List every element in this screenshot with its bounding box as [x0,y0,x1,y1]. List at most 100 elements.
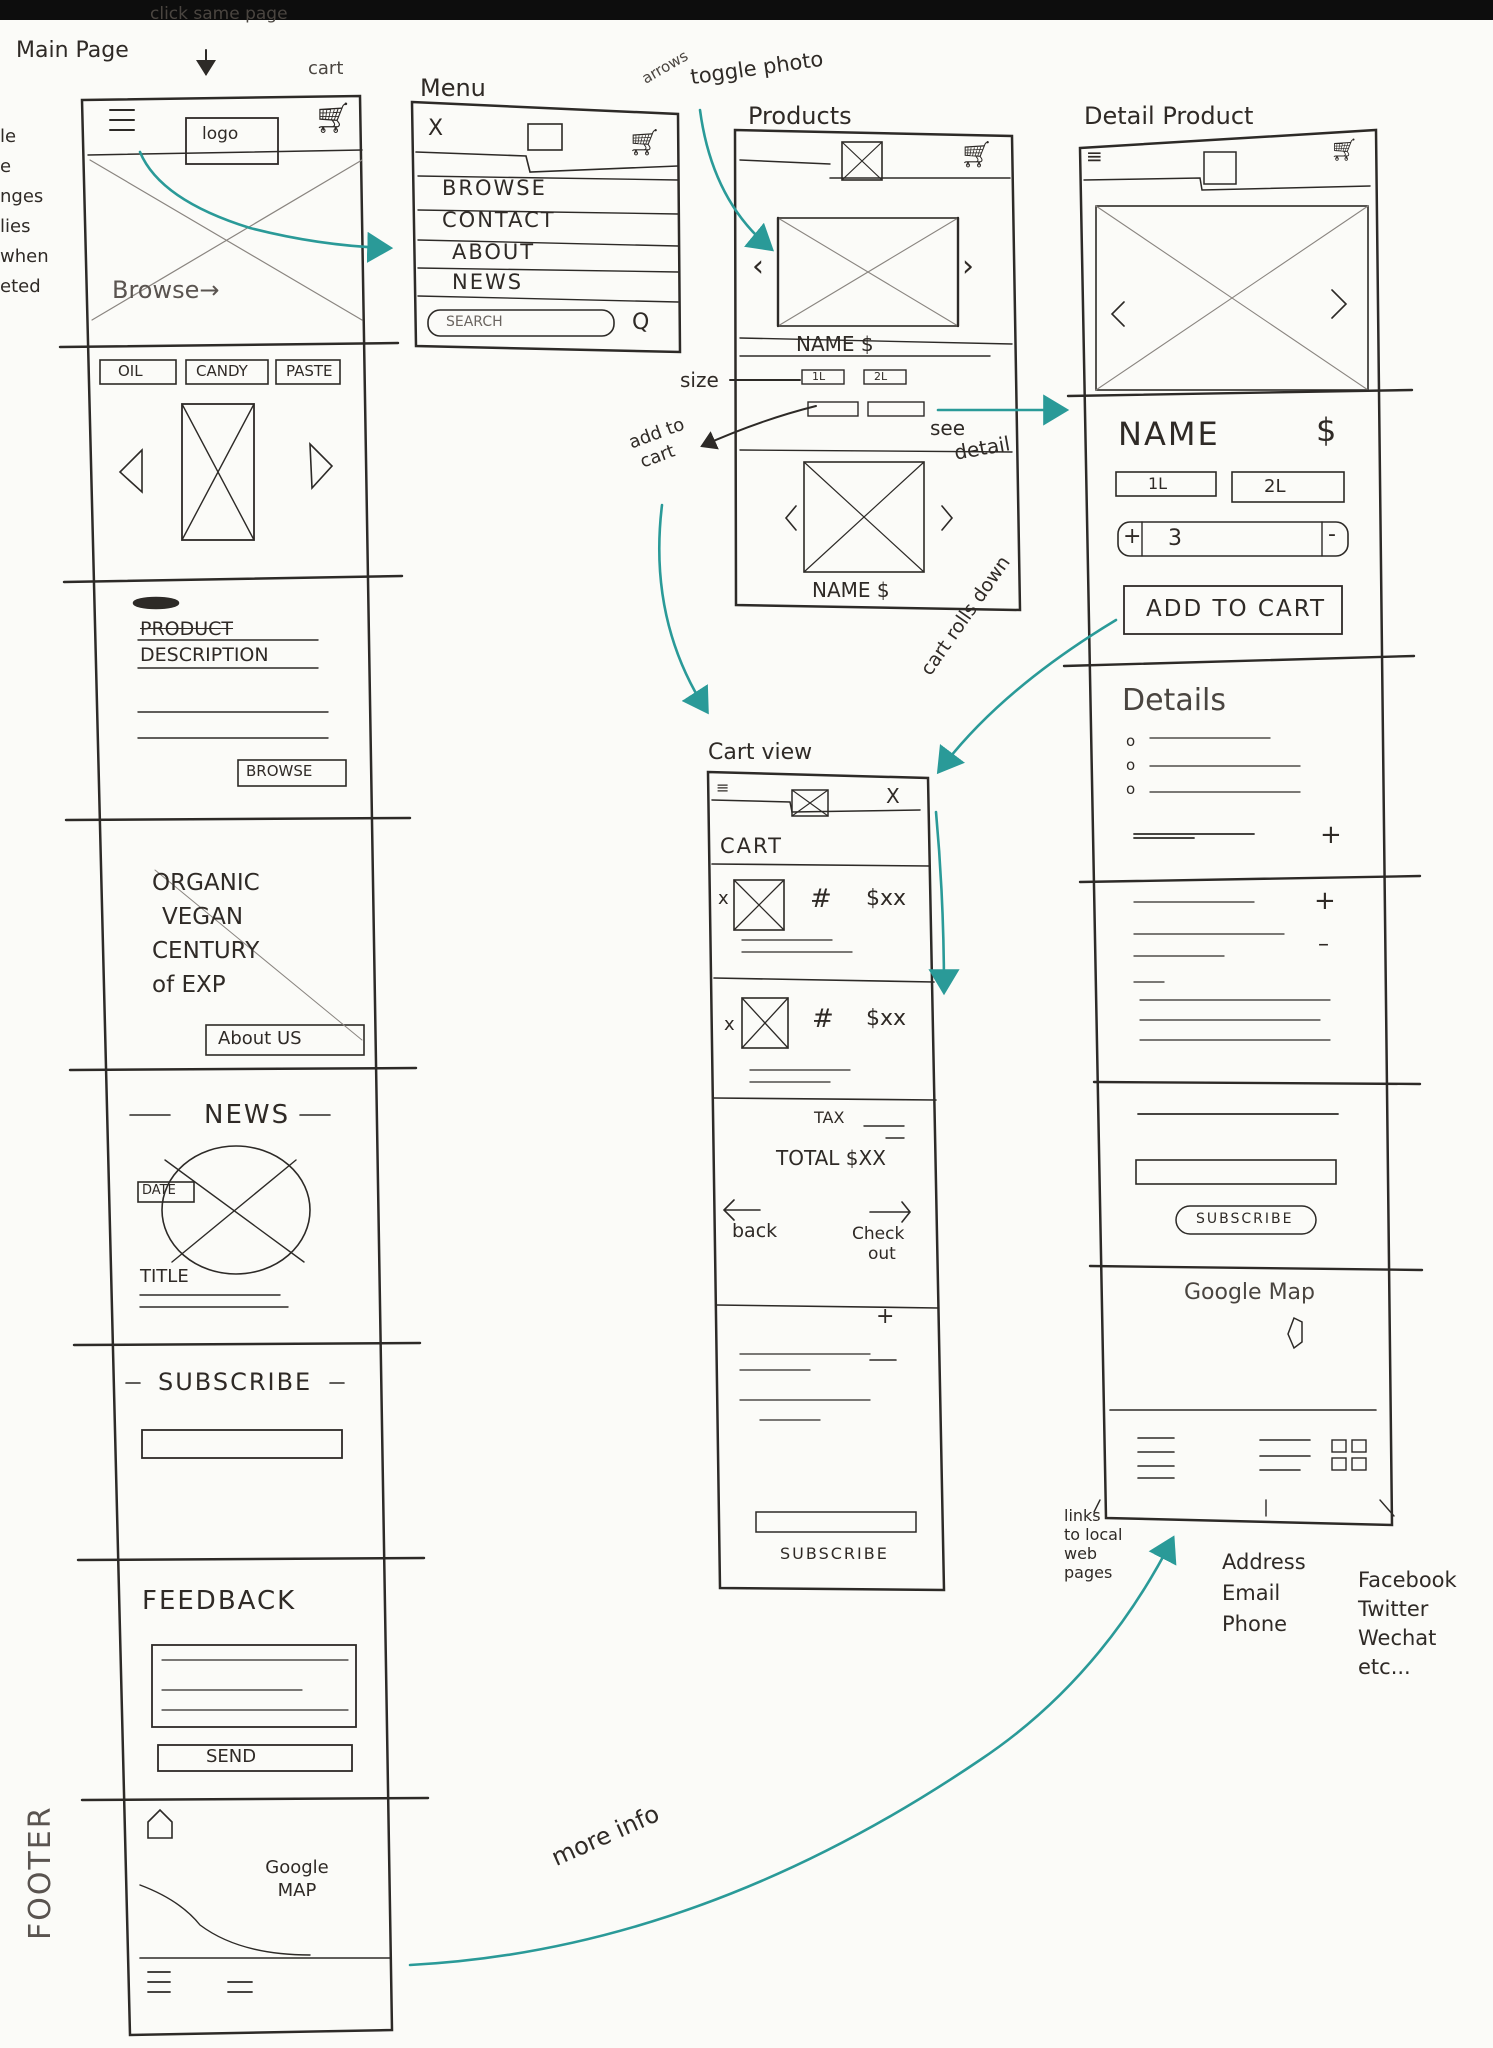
note-social-line: Twitter [1358,1597,1429,1621]
note-side-line: when [0,246,49,267]
logo[interactable]: logo [202,126,238,143]
main-page-frame [58,94,430,2037]
qty-value[interactable]: 3 [1168,528,1182,550]
accordion-plus-icon[interactable]: + [1320,822,1342,848]
menu-title: Menu [420,74,486,102]
accordion-plus-icon[interactable]: + [1314,888,1336,914]
size-option-1l[interactable]: 1L [812,371,825,382]
note-links-line: to local [1064,1525,1123,1544]
about-line: ORGANIC [152,870,260,896]
cart-icon[interactable]: 🛒︎ [1330,140,1358,162]
checkout-button-1[interactable]: Check [852,1226,904,1243]
note-cart: cart [308,58,344,79]
note-social-line: Wechat [1358,1626,1437,1650]
note-side-line: e [0,156,12,177]
note-footer-vertical: FOOTER [23,1805,58,1940]
note-main-page: Main Page [16,38,129,63]
send-button[interactable]: SEND [206,1748,256,1766]
details-bullet: o [1126,756,1136,774]
photo-next-arrow[interactable]: › [962,252,974,282]
menu-icon[interactable]: ≡ [1086,146,1103,166]
cart-item-qty[interactable]: # [812,1006,834,1032]
product-name-price: NAME $ [796,332,874,356]
note-social-line: Facebook [1358,1568,1457,1592]
product-description-2: DESCRIPTION [140,644,269,666]
footer-map: Google MAP [265,1857,329,1902]
cart-item-remove[interactable]: x [724,1016,735,1034]
photo-prev-arrow[interactable]: ‹ [752,252,764,282]
note-click-same-page: click same page [150,4,288,24]
checkout-button-2[interactable]: out [868,1246,896,1263]
note-social: Facebook Twitter Wechat etc... [1358,1570,1457,1678]
back-button[interactable]: back [732,1222,777,1241]
cart-icon[interactable]: 🛒︎ [628,130,661,156]
note-contact-line: Email [1222,1581,1281,1605]
cart-close-icon[interactable]: X [886,786,900,806]
arrow-more-info [408,1535,1177,1967]
detail-price: $ [1316,411,1337,449]
cart-icon[interactable]: 🛒︎ [314,104,352,134]
tab-oil[interactable]: OIL [118,364,143,379]
detail-map: Google Map [1184,1280,1316,1305]
note-side: le e nges lies when eted [0,128,49,296]
about-line: of EXP [152,972,226,998]
arrow-products-to-cart [657,503,709,715]
cart-item-price: $xx [866,1006,907,1031]
tab-candy[interactable]: CANDY [196,364,248,379]
accordion-plus-icon[interactable]: + [876,1306,894,1328]
cart-heading: CART [720,834,783,858]
news-title[interactable]: TITLE [140,1268,189,1286]
news-heading: NEWS [204,1100,291,1130]
note-contact-line: Address [1222,1550,1306,1574]
product-description-1: PRODUCT [140,618,234,640]
detail-size-2l[interactable]: 2L [1264,478,1285,496]
detail-size-1l[interactable]: 1L [1148,476,1167,492]
products-title: Products [748,102,852,130]
search-icon[interactable]: Q [632,312,649,334]
about-line: VEGAN [162,904,244,930]
note-contact: Address Email Phone [1222,1552,1306,1635]
note-links: links to local web pages [1064,1508,1122,1581]
cart-icon[interactable]: 🛒︎ [960,142,993,168]
menu-item-contact[interactable]: CONTACT [442,210,556,231]
browse-button[interactable]: BROWSE [246,764,312,779]
tab-paste[interactable]: PASTE [286,364,333,379]
cart-view-title: Cart view [708,740,813,765]
cart-item-remove[interactable]: x [718,890,729,908]
menu-close-icon[interactable]: X [428,118,443,140]
detail-name: NAME [1118,415,1220,453]
qty-plus-button[interactable]: + [1123,526,1141,548]
hero-browse-link[interactable]: Browse→ [112,278,220,302]
menu-item-news[interactable]: NEWS [452,272,523,293]
cart-tax: TAX [814,1108,845,1127]
wireframe-sketch [58,49,1424,2037]
detail-subscribe-button[interactable]: SUBSCRIBE [1196,1212,1293,1226]
menu-item-browse[interactable]: BROWSE [442,178,547,199]
cart-item-price: $xx [866,886,907,911]
note-links-line: pages [1064,1563,1113,1582]
arrow-cart-down [928,810,960,996]
about-line: CENTURY [152,938,260,964]
menu-item-about[interactable]: ABOUT [452,242,535,263]
details-bullet: o [1126,732,1136,750]
details-bullet: o [1126,780,1136,798]
product-name-price-2: NAME $ [812,578,890,602]
arrow-add-to-cart [700,405,817,450]
subscribe-heading: SUBSCRIBE [158,1368,313,1396]
feedback-heading: FEEDBACK [142,1586,297,1616]
cart-subscribe[interactable]: SUBSCRIBE [780,1546,889,1562]
note-contact-line: Phone [1222,1612,1288,1636]
note-social-line: etc... [1358,1655,1411,1679]
qty-minus-button[interactable]: - [1328,524,1336,546]
about-us-button[interactable]: About US [218,1030,302,1048]
menu-search-input[interactable]: SEARCH [446,315,503,329]
details-heading: Details [1122,683,1227,718]
note-see-detail-1: see [930,416,966,440]
cart-item-qty[interactable]: # [810,886,832,912]
menu-icon[interactable]: ≡ [716,780,729,796]
accordion-minus-icon[interactable]: – [1318,934,1329,956]
note-links-line: web [1064,1544,1098,1563]
size-option-2l[interactable]: 2L [874,371,887,382]
detail-product-frame [1062,128,1424,1527]
add-to-cart-button[interactable]: ADD TO CART [1146,598,1326,621]
